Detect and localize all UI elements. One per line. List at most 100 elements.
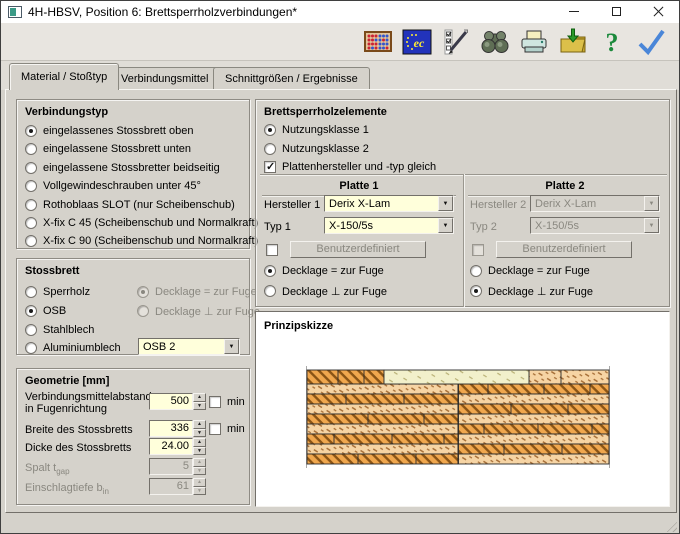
radio-vollgewindeschrauben[interactable]: Vollgewindeschrauben unter 45° — [25, 179, 201, 193]
radio-icon — [264, 124, 276, 136]
radio-label: Decklage = zur Fuge — [488, 265, 590, 277]
calculate-button[interactable] — [362, 26, 393, 58]
radio-label: Vollgewindeschrauben unter 45° — [43, 180, 201, 192]
chevron-down-icon[interactable] — [224, 339, 239, 354]
printer-icon — [521, 30, 546, 52]
breite-min-checkbox[interactable]: min — [209, 422, 245, 436]
field-value[interactable]: 24.00 — [149, 438, 193, 455]
radio-xfix-c45[interactable]: X-fix C 45 (Scheibenschub und Normalkraf… — [25, 216, 258, 230]
spin-down-icon[interactable]: ▼ — [193, 446, 206, 455]
eurocode-button[interactable]: ec — [401, 26, 432, 58]
typ2-dropdown-disabled: X-150/5s — [530, 217, 660, 234]
spin-down-icon[interactable]: ▼ — [193, 401, 206, 410]
spin-down-icon[interactable]: ▼ — [193, 428, 206, 437]
minimize-button[interactable] — [553, 1, 595, 22]
hersteller1-dropdown[interactable]: Derix X-Lam — [324, 195, 454, 212]
checkbox-hersteller-gleich[interactable]: Plattenhersteller und -typ gleich — [264, 160, 436, 174]
checkbox-icon — [264, 160, 276, 173]
spinner: ▲ ▼ — [193, 420, 206, 437]
group-title: Geometrie [mm] — [25, 375, 110, 387]
svg-text:?: ? — [605, 28, 618, 57]
tab-label: Material / Stoßtyp — [21, 71, 108, 83]
radio-icon — [25, 162, 37, 174]
radio-rothoblaas-slot[interactable]: Rothoblaas SLOT (nur Scheibenschub) — [25, 198, 235, 212]
chevron-down-icon[interactable] — [438, 196, 453, 211]
app-icon — [8, 6, 22, 18]
tab-verbindungsmittel[interactable]: Verbindungsmittel — [109, 67, 221, 90]
benutzerdefiniert1-checkbox[interactable] — [266, 243, 278, 257]
radio-stossbretter-beidseitig[interactable]: eingelassene Stossbretter beidseitig — [25, 161, 220, 175]
group-title: Verbindungstyp — [25, 106, 109, 118]
dicke-input[interactable]: 24.00 ▲ ▼ — [149, 438, 206, 455]
typ2-label: Typ 2 — [470, 221, 497, 233]
einschlagtiefe-input-disabled: 61 ▲ ▼ — [149, 478, 206, 495]
radio-aluminiumblech[interactable]: Aluminiumblech — [25, 341, 121, 355]
radio-osb[interactable]: OSB — [25, 304, 66, 318]
abstand-min-checkbox[interactable]: min — [209, 395, 245, 409]
checkmark-icon — [638, 29, 665, 55]
dropdown-value: X-150/5s — [535, 219, 580, 232]
radio-icon — [25, 217, 37, 229]
radio-xfix-c90[interactable]: X-fix C 90 (Scheibenschub und Normalkraf… — [25, 234, 258, 248]
checkbox-icon — [209, 396, 221, 408]
radio-stossbrett-unten[interactable]: eingelassene Stossbrett unten — [25, 142, 191, 156]
chevron-down-icon[interactable] — [438, 218, 453, 233]
field-value[interactable]: 500 — [149, 393, 193, 410]
platte2-header: Platte 2 — [545, 180, 585, 192]
typ1-dropdown[interactable]: X-150/5s — [324, 217, 454, 234]
field-label: Verbindungsmittelabstand — [25, 391, 152, 403]
field-value[interactable]: 336 — [149, 420, 193, 437]
radio-stossbrett-oben[interactable]: eingelassenes Stossbrett oben — [25, 124, 193, 138]
field-label: Dicke des Stossbretts — [25, 442, 132, 454]
radio-nutzungsklasse-1[interactable]: Nutzungsklasse 1 — [264, 123, 369, 137]
check-edit-button[interactable] — [440, 26, 471, 58]
chevron-down-icon — [644, 218, 659, 233]
tab-material-stosstyp[interactable]: Material / Stoßtyp — [9, 63, 120, 90]
osb-type-dropdown[interactable]: OSB 2 — [138, 338, 240, 355]
radio-icon — [25, 305, 37, 317]
resize-grip[interactable] — [664, 519, 677, 532]
svg-text:ec: ec — [413, 36, 424, 50]
benutzerdefiniert2-button[interactable]: Benutzerdefiniert — [496, 241, 632, 258]
close-button[interactable] — [637, 1, 679, 22]
radio-label: eingelassenes Stossbrett oben — [43, 125, 194, 137]
question-mark-icon: ? — [605, 28, 618, 57]
spinner: ▲ ▼ — [193, 478, 206, 495]
benutzerdefiniert1-button[interactable]: Benutzerdefiniert — [290, 241, 426, 258]
radio-decklage1-senkrecht[interactable]: Decklage ⊥ zur Fuge — [264, 284, 387, 298]
field-label: Spalt tgap — [25, 462, 70, 477]
spin-up-icon[interactable]: ▲ — [193, 393, 206, 402]
radio-decklage2-senkrecht[interactable]: Decklage ⊥ zur Fuge — [470, 284, 593, 298]
spin-up-icon[interactable]: ▲ — [193, 438, 206, 447]
tab-label: Schnittgrößen / Ergebnisse — [225, 73, 358, 85]
radio-decklage2-parallel[interactable]: Decklage = zur Fuge — [470, 264, 590, 278]
app-window: 4H-HBSV, Position 6: Brettsperrholzverbi… — [0, 0, 680, 534]
checkbox-label: min — [227, 396, 245, 408]
save-button[interactable] — [557, 26, 588, 58]
radio-label: Aluminiumblech — [43, 342, 121, 354]
tab-schnittgroessen-ergebnisse[interactable]: Schnittgrößen / Ergebnisse — [213, 67, 370, 90]
confirm-button[interactable] — [635, 26, 666, 58]
help-button[interactable]: ? — [596, 26, 627, 58]
spin-up-icon: ▲ — [193, 478, 206, 487]
radio-nutzungsklasse-2[interactable]: Nutzungsklasse 2 — [264, 142, 369, 156]
abstand-input[interactable]: 500 ▲ ▼ — [149, 393, 206, 410]
radio-decklage-parallel-disabled: Decklage = zur Fuge — [137, 285, 257, 299]
prinzipskizze-panel: Prinzipskizze — [255, 311, 670, 507]
radio-icon — [264, 285, 276, 297]
radio-label: Decklage = zur Fuge — [282, 265, 384, 277]
spin-up-icon: ▲ — [193, 458, 206, 467]
radio-decklage1-parallel[interactable]: Decklage = zur Fuge — [264, 264, 384, 278]
eurocode-ec-icon: ec — [402, 29, 431, 54]
radio-sperrholz[interactable]: Sperrholz — [25, 285, 90, 299]
tab-strip: Material / Stoßtyp Verbindungsmittel Sch… — [1, 61, 679, 90]
radio-label: Decklage ⊥ zur Fuge — [282, 285, 387, 298]
radio-stahlblech[interactable]: Stahlblech — [25, 323, 94, 337]
radio-label: Rothoblaas SLOT (nur Scheibenschub) — [43, 199, 235, 211]
search-button[interactable] — [479, 26, 510, 58]
group-stossbrett: Stossbrett Sperrholz OSB Stahlblech Alum… — [16, 258, 260, 355]
print-button[interactable] — [518, 26, 549, 58]
breite-input[interactable]: 336 ▲ ▼ — [149, 420, 206, 437]
maximize-button[interactable] — [595, 1, 637, 22]
spin-up-icon[interactable]: ▲ — [193, 420, 206, 429]
